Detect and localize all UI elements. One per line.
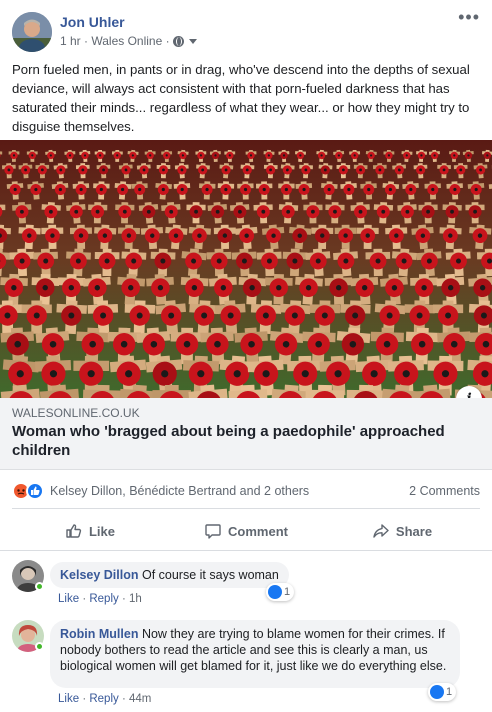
like-reaction-icon xyxy=(268,585,282,599)
post-actions: Like Comment Share xyxy=(12,514,480,548)
comment-actions: Like · Reply · 44m xyxy=(58,693,151,705)
comment-time[interactable]: 44m xyxy=(129,693,151,705)
like-button-label: Like xyxy=(88,523,115,539)
comments-count[interactable]: 2 Comments xyxy=(409,484,480,498)
online-status-indicator xyxy=(35,582,44,591)
post-author-name[interactable]: Jon Uhler xyxy=(60,14,125,30)
comment-time[interactable]: 1h xyxy=(129,593,142,605)
link-preview-image[interactable] xyxy=(0,140,492,398)
share-button-label: Share xyxy=(395,523,433,539)
comment-button[interactable]: Comment xyxy=(168,514,324,548)
comment-bubble: Kelsey Dillon Of course it says woman xyxy=(50,562,289,588)
comment-reply-link[interactable]: Reply xyxy=(89,693,118,705)
post-header: Jon Uhler 1 hr · Wales Online · ••• xyxy=(12,8,480,52)
comment-icon xyxy=(205,524,221,539)
comment-reaction-number: 1 xyxy=(284,586,291,598)
globe-icon[interactable] xyxy=(172,35,184,47)
post-meta: 1 hr · Wales Online · xyxy=(60,34,197,48)
share-button[interactable]: Share xyxy=(324,514,480,548)
like-reaction-icon xyxy=(26,482,44,500)
comment-reaction-count[interactable]: 1 xyxy=(428,683,457,701)
comment-bubble: Robin Mullen Now they are trying to blam… xyxy=(50,620,460,688)
caret-down-icon[interactable] xyxy=(188,38,197,44)
online-status-indicator xyxy=(35,642,44,651)
comment-like-link[interactable]: Like xyxy=(58,693,79,705)
link-title[interactable]: Woman who 'bragged about being a paedoph… xyxy=(12,422,472,460)
comment-reaction-count[interactable]: 1 xyxy=(266,583,295,601)
divider xyxy=(0,550,492,551)
like-button[interactable]: Like xyxy=(12,514,168,548)
link-preview-box[interactable]: WALESONLINE.CO.UK Woman who 'bragged abo… xyxy=(0,398,492,470)
comment-author[interactable]: Robin Mullen xyxy=(60,627,138,641)
separator-dot: · xyxy=(121,593,129,605)
comment-text: Of course it says woman xyxy=(141,568,279,582)
comment-like-link[interactable]: Like xyxy=(58,593,79,605)
comment-reaction-number: 1 xyxy=(446,686,453,698)
author-avatar[interactable] xyxy=(12,12,52,52)
post-meta-text: 1 hr · Wales Online · xyxy=(60,34,170,48)
comment-reply-link[interactable]: Reply xyxy=(89,593,118,605)
reactions-summary[interactable]: Kelsey Dillon, Bénédicte Bertrand and 2 … xyxy=(12,480,480,502)
like-reaction-icon xyxy=(430,685,444,699)
more-icon[interactable]: ••• xyxy=(458,8,480,26)
comment-author[interactable]: Kelsey Dillon xyxy=(60,568,139,582)
separator-dot: · xyxy=(121,693,129,705)
post-text: Porn fueled men, in pants or in drag, wh… xyxy=(12,62,470,134)
reaction-names[interactable]: Kelsey Dillon, Bénédicte Bertrand and 2 … xyxy=(50,484,309,498)
comment-actions: Like · Reply · 1h xyxy=(58,593,142,605)
comment-button-label: Comment xyxy=(228,523,288,539)
share-icon xyxy=(373,524,389,538)
thumbs-up-icon xyxy=(66,524,82,538)
link-domain: WALESONLINE.CO.UK xyxy=(12,406,140,420)
poppy-field-image xyxy=(0,140,492,398)
divider xyxy=(12,508,480,509)
